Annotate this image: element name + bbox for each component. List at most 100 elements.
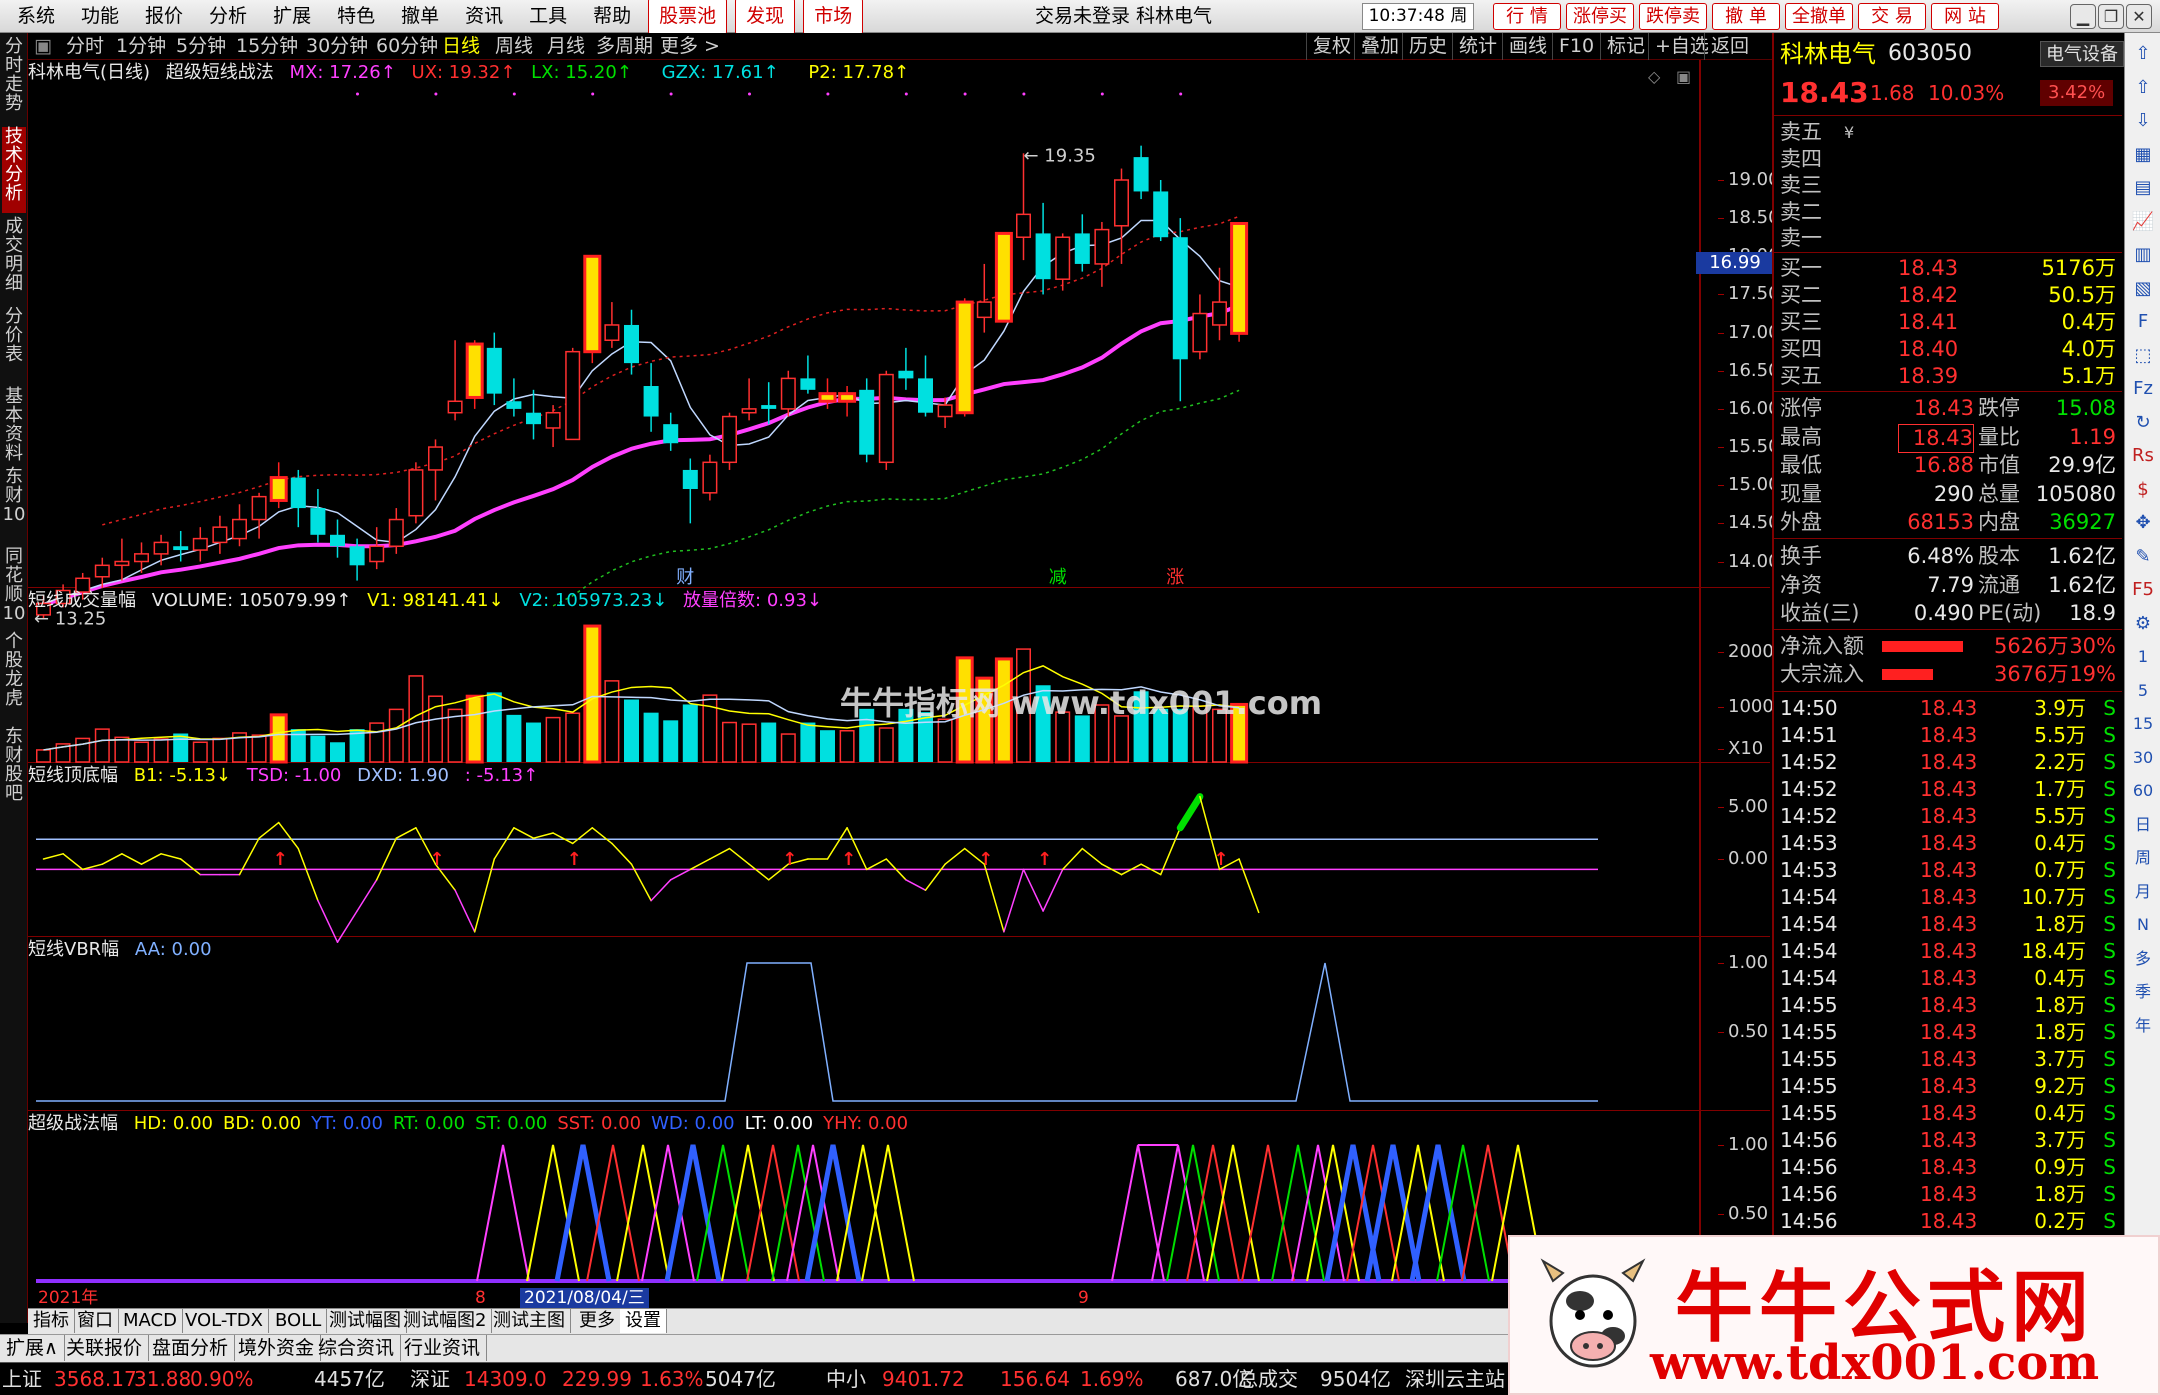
period-shortcut[interactable]: 周: [2130, 845, 2156, 871]
period-item[interactable]: 30分钟: [306, 33, 368, 60]
indicator-tab[interactable]: 更多: [574, 1309, 621, 1333]
menu-item[interactable]: 帮助: [580, 0, 644, 33]
vbr-pane[interactable]: 短线VBR幅 AA: 0.00 1.00 0.50: [28, 937, 1770, 1111]
volume-bars[interactable]: [28, 588, 1770, 764]
menu-item[interactable]: 分析: [196, 0, 260, 33]
extension-tab[interactable]: 关联报价: [60, 1335, 150, 1361]
extension-tab[interactable]: 境外资金: [232, 1335, 322, 1361]
left-tab[interactable]: 分价表: [2, 307, 26, 383]
period-shortcut[interactable]: 5: [2130, 678, 2156, 704]
indicator-tab[interactable]: MACD: [118, 1309, 183, 1333]
indicator-tab[interactable]: 窗口: [72, 1309, 119, 1333]
settings-icon[interactable]: ⚙: [2130, 611, 2156, 637]
period-shortcut[interactable]: 月: [2130, 879, 2156, 905]
price-chart-pane[interactable]: 科林电气(日线) 超级短线战法 MX: 17.26↑ UX: 19.32↑ LX…: [28, 60, 1780, 630]
toolbar-button[interactable]: 画线: [1502, 33, 1547, 60]
close-icon[interactable]: ✕: [2126, 4, 2152, 29]
menu-item[interactable]: 工具: [516, 0, 580, 33]
move-icon[interactable]: ✥: [2130, 510, 2156, 536]
quick-button[interactable]: 跌停卖: [1639, 3, 1707, 30]
period-item[interactable]: 周线: [495, 33, 533, 60]
left-tab[interactable]: 技术分析: [2, 127, 26, 213]
left-tab[interactable]: 分时走势: [2, 37, 26, 123]
left-tab[interactable]: 同花顺10: [2, 547, 26, 628]
period-item[interactable]: 分时: [66, 33, 104, 60]
menu-item[interactable]: 撤单: [388, 0, 452, 33]
volume-pane[interactable]: 短线成交量幅 VOLUME: 105079.99↑ V1: 98141.41↓ …: [28, 588, 1785, 764]
toolbar-button[interactable]: 历史: [1402, 33, 1447, 60]
toolbar-button[interactable]: 标记: [1600, 33, 1645, 60]
indicator-tab[interactable]: 设置: [620, 1309, 667, 1333]
period-item[interactable]: 日线: [442, 33, 480, 60]
pan-icon[interactable]: ⬚: [2130, 343, 2156, 369]
table-icon[interactable]: ▤: [2130, 175, 2156, 201]
period-shortcut[interactable]: N: [2130, 912, 2156, 938]
period-shortcut[interactable]: 1: [2130, 644, 2156, 670]
candlestick-chart[interactable]: ← 19.35← 13.25财减涨◇ ▣: [28, 60, 1770, 630]
oscillator-pane[interactable]: 短线顶底幅 B1: -5.13↓ TSD: -1.00 DXD: 1.90 : …: [28, 763, 1770, 943]
f10-icon[interactable]: F: [2130, 309, 2156, 335]
toolbar-button[interactable]: F10: [1552, 33, 1594, 60]
period-item[interactable]: 5分钟: [176, 33, 226, 60]
period-shortcut[interactable]: 多: [2130, 946, 2156, 972]
minimize-icon[interactable]: ▁: [2070, 4, 2096, 29]
extension-tab[interactable]: 综合资讯: [312, 1335, 402, 1361]
sector-label[interactable]: 电气设备: [2040, 41, 2124, 67]
up-arrow-icon[interactable]: ⇧: [2130, 41, 2156, 67]
menu-item[interactable]: 功能: [68, 0, 132, 33]
fz-icon[interactable]: Fz: [2130, 376, 2156, 402]
menu-item[interactable]: 资讯: [452, 0, 516, 33]
extension-tab[interactable]: 扩展∧: [0, 1335, 65, 1361]
menu-item[interactable]: 扩展: [260, 0, 324, 33]
quick-button[interactable]: 全撤单: [1785, 3, 1853, 30]
kline-icon[interactable]: ▥: [2130, 242, 2156, 268]
extension-tab[interactable]: 盘面分析: [146, 1335, 236, 1361]
up-icon[interactable]: ⇧: [2130, 75, 2156, 101]
chart-icon[interactable]: 📈: [2130, 209, 2156, 235]
f5-icon[interactable]: F5: [2130, 577, 2156, 603]
period-item[interactable]: 更多 >: [660, 33, 720, 60]
cycle-icon[interactable]: ↻: [2130, 410, 2156, 436]
quick-button[interactable]: 网 站: [1931, 3, 1999, 30]
indicator-tab[interactable]: 测试主图: [488, 1309, 571, 1333]
quick-button[interactable]: 交 易: [1858, 3, 1926, 30]
toolbar-button[interactable]: 复权: [1306, 33, 1351, 60]
indicator-tab[interactable]: 测试幅图: [324, 1309, 407, 1333]
hot-menu-item[interactable]: 发现: [735, 0, 796, 35]
period-item[interactable]: 1分钟: [116, 33, 166, 60]
pen-icon[interactable]: ✎: [2130, 544, 2156, 570]
restore-icon[interactable]: ❐: [2098, 4, 2124, 29]
money-icon[interactable]: $: [2130, 477, 2156, 503]
indicator-tab[interactable]: VOL-TDX: [180, 1309, 269, 1333]
vbr-chart[interactable]: [28, 937, 1770, 1111]
hot-menu-item[interactable]: 市场: [803, 0, 864, 35]
left-tab[interactable]: 东财10: [2, 467, 26, 543]
period-shortcut[interactable]: 15: [2130, 711, 2156, 737]
period-item[interactable]: 60分钟: [376, 33, 438, 60]
period-shortcut[interactable]: 60: [2130, 778, 2156, 804]
left-tab[interactable]: 成交明细: [2, 217, 26, 303]
left-tab[interactable]: 个股龙虎: [2, 632, 26, 723]
extension-tab[interactable]: 行业资讯: [398, 1335, 488, 1361]
period-item[interactable]: 15分钟: [236, 33, 298, 60]
down-icon[interactable]: ⇩: [2130, 108, 2156, 134]
rsi-icon[interactable]: Rs: [2130, 443, 2156, 469]
menu-item[interactable]: 特色: [324, 0, 388, 33]
toolbar-button[interactable]: 统计: [1452, 33, 1497, 60]
quick-button[interactable]: 行 情: [1493, 3, 1561, 30]
quick-button[interactable]: 涨停买: [1566, 3, 1634, 30]
toolbar-button[interactable]: 返回: [1704, 33, 1749, 60]
period-shortcut[interactable]: 日: [2130, 812, 2156, 838]
period-shortcut[interactable]: 30: [2130, 745, 2156, 771]
period-shortcut[interactable]: 年: [2130, 1013, 2156, 1039]
period-item[interactable]: 月线: [547, 33, 585, 60]
period-shortcut[interactable]: 季: [2130, 979, 2156, 1005]
layout-icon[interactable]: ▣: [34, 33, 52, 60]
toolbar-button[interactable]: +自选: [1648, 33, 1709, 60]
left-tab[interactable]: 基本资料: [2, 387, 26, 463]
indicator-tab[interactable]: 测试幅图2: [398, 1309, 493, 1333]
indicator-tab[interactable]: BOLL: [270, 1309, 328, 1333]
oscillator-chart[interactable]: ↑ ↑ ↑ ↑ ↑ ↑ ↑ ↑: [28, 763, 1770, 943]
hot-menu-item[interactable]: 股票池: [648, 0, 728, 35]
menu-item[interactable]: 报价: [132, 0, 196, 33]
